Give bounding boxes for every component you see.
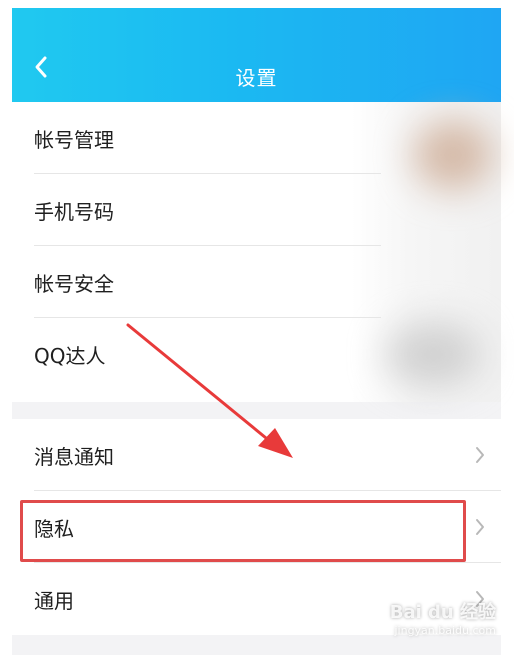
chevron-right-icon	[476, 447, 484, 463]
settings-item-label: 隐私	[34, 516, 74, 541]
settings-list: 帐号管理 手机号码 帐号安全 QQ达人 消息通知 隐私 通用	[12, 102, 501, 655]
settings-item-general[interactable]: 通用	[12, 563, 501, 635]
settings-item-message-notifications[interactable]: 消息通知	[12, 419, 501, 491]
settings-item-label: 手机号码	[34, 199, 114, 224]
settings-item-label: 消息通知	[34, 444, 114, 469]
chevron-right-icon	[476, 519, 484, 535]
settings-item-label: 帐号管理	[34, 127, 114, 152]
settings-item-phone-number[interactable]: 手机号码	[12, 174, 501, 246]
account-group: 帐号管理 手机号码 帐号安全 QQ达人	[12, 102, 501, 402]
general-group: 消息通知 隐私 通用	[12, 419, 501, 635]
top-bar: 设置	[12, 8, 501, 102]
chevron-right-icon	[476, 591, 484, 607]
settings-item-qq-master[interactable]: QQ达人	[12, 318, 501, 390]
settings-item-label: QQ达人	[34, 343, 106, 368]
settings-item-privacy[interactable]: 隐私	[12, 491, 501, 563]
settings-screen: 设置 帐号管理 手机号码 帐号安全 QQ达人 消息通知 隐私 通用 Bai du…	[0, 0, 514, 655]
settings-item-account-management[interactable]: 帐号管理	[12, 102, 501, 174]
settings-item-account-security[interactable]: 帐号安全	[12, 246, 501, 318]
settings-item-label: 通用	[34, 588, 74, 613]
page-title: 设置	[235, 66, 278, 90]
settings-item-label: 帐号安全	[34, 271, 114, 296]
